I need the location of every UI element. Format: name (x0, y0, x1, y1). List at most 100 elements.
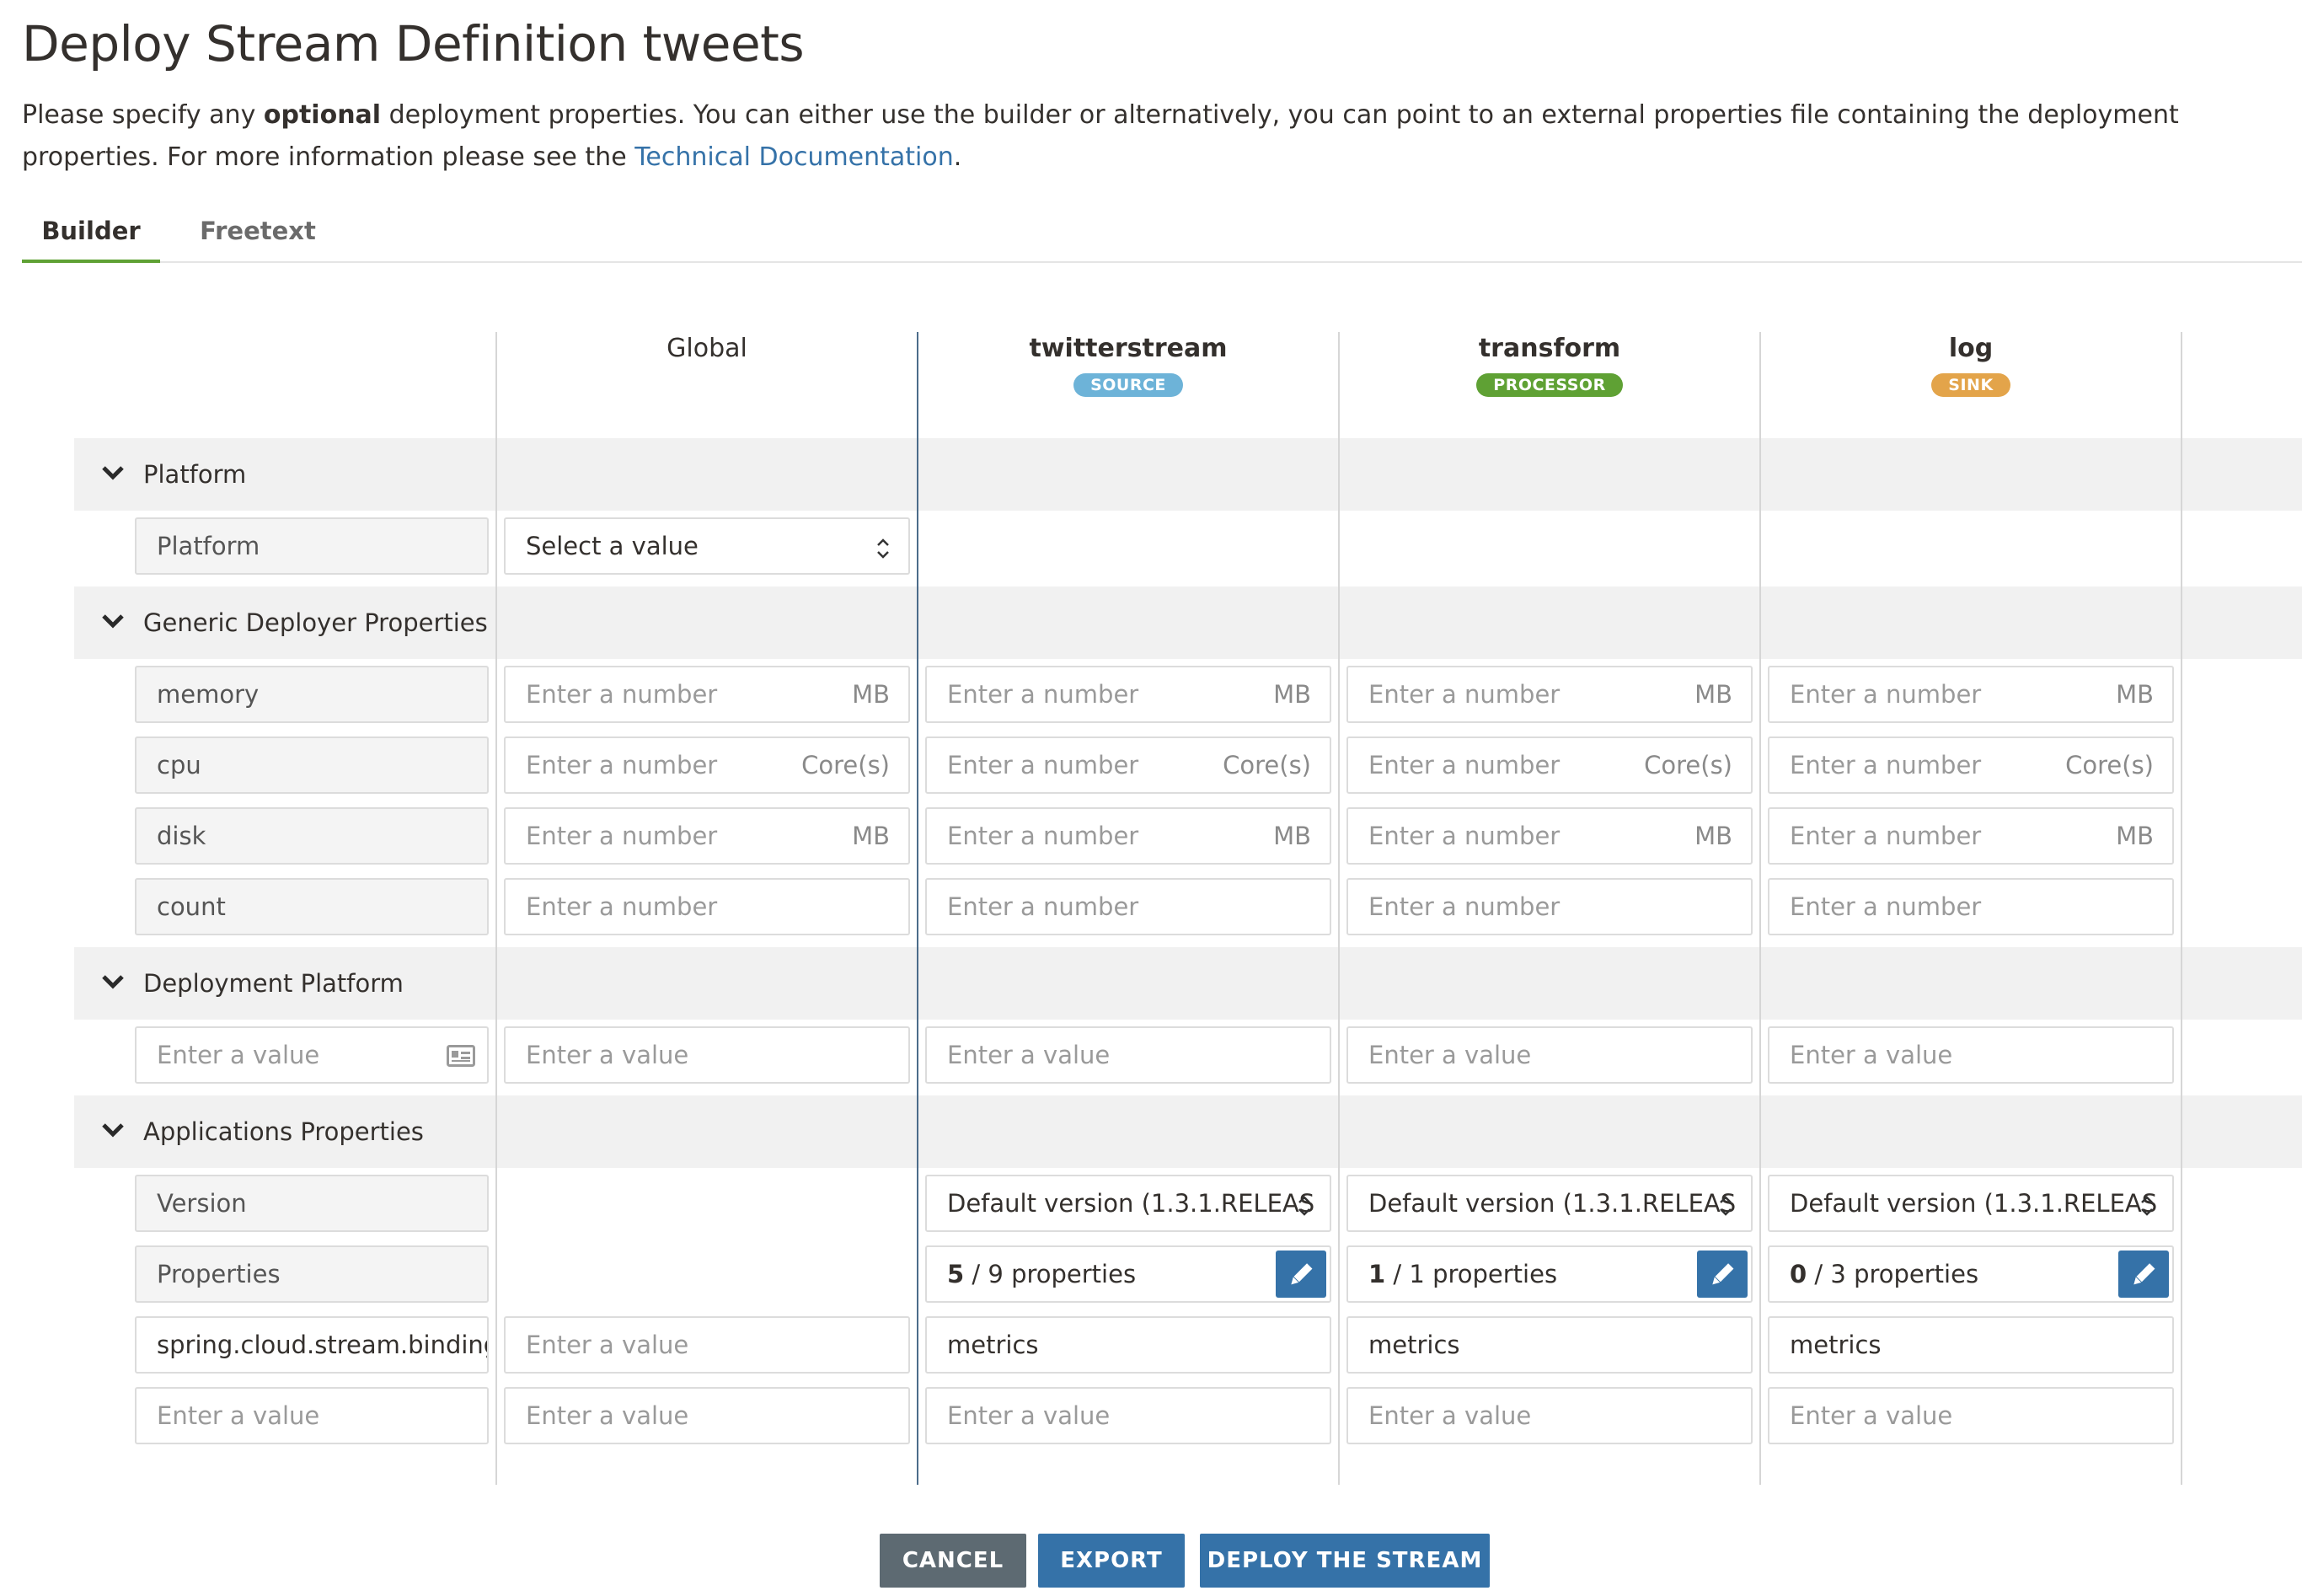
disk-input-transform[interactable]: Enter a number MB (1346, 807, 1753, 865)
cancel-button[interactable]: CANCEL (880, 1534, 1026, 1588)
unit-label: Core(s) (801, 751, 890, 779)
unit-label: Core(s) (1644, 751, 1732, 779)
intro-part: Please specify any (22, 100, 264, 130)
section-app-properties: Applications Properties (74, 1095, 2302, 1168)
cpu-input-transform[interactable]: Enter a number Core(s) (1346, 736, 1753, 794)
input-placeholder: Enter a number (947, 680, 1139, 709)
version-select-log[interactable]: Default version (1.3.1.RELEAS (1768, 1175, 2174, 1232)
count-input-transform[interactable]: Enter a number (1346, 878, 1753, 935)
cpu-input-log[interactable]: Enter a number Core(s) (1768, 736, 2174, 794)
unit-label: Core(s) (1223, 751, 1311, 779)
chevron-down-icon[interactable] (101, 612, 125, 630)
chevron-down-icon[interactable] (101, 1121, 125, 1139)
input-placeholder: Enter a number (1368, 822, 1561, 850)
properties-selected-count: 1 (1368, 1260, 1386, 1288)
edit-properties-button[interactable] (1276, 1251, 1326, 1298)
properties-summary-transform: 1 / 1 properties (1346, 1245, 1753, 1303)
select-value: Default version (1.3.1.RELEAS (947, 1189, 1315, 1218)
properties-summary-log: 0 / 3 properties (1768, 1245, 2174, 1303)
chevron-down-icon[interactable] (101, 463, 125, 482)
row-label-disk: disk (135, 807, 489, 865)
tab-freetext[interactable]: Freetext (160, 202, 356, 260)
address-card-icon[interactable] (447, 1045, 475, 1067)
input-placeholder: Enter a number (1790, 680, 1982, 709)
intro-bold: optional (263, 100, 382, 130)
input-placeholder: Enter a number (1790, 751, 1982, 779)
properties-total: / 1 properties (1385, 1260, 1558, 1288)
unit-label: MB (1694, 822, 1732, 850)
intro-text: Please specify any optional deployment p… (22, 94, 2297, 179)
input-placeholder: Enter a number (1368, 751, 1561, 779)
select-arrows-icon (1720, 1196, 1732, 1216)
deployment-platform-key-input[interactable]: Enter a value (135, 1026, 489, 1084)
deployment-platform-input-twitterstream[interactable]: Enter a value (925, 1026, 1331, 1084)
count-input-global[interactable]: Enter a number (504, 878, 910, 935)
row-label-version: Version (135, 1175, 489, 1232)
deployment-platform-input-global[interactable]: Enter a value (504, 1026, 910, 1084)
section-title-generic[interactable]: Generic Deployer Properties (143, 586, 488, 659)
column-divider (1759, 332, 1761, 1485)
column-divider (495, 332, 497, 1485)
new-property-input-twitterstream[interactable]: Enter a value (925, 1387, 1331, 1444)
export-button[interactable]: EXPORT (1038, 1534, 1185, 1588)
unit-label: MB (2116, 822, 2154, 850)
row-label-cpu: cpu (135, 736, 489, 794)
select-value: Select a value (526, 532, 699, 560)
select-value: Default version (1.3.1.RELEAS (1368, 1189, 1737, 1218)
memory-input-global[interactable]: Enter a number MB (504, 666, 910, 723)
memory-input-twitterstream[interactable]: Enter a number MB (925, 666, 1331, 723)
memory-input-transform[interactable]: Enter a number MB (1346, 666, 1753, 723)
app-property-input-log[interactable]: metrics (1768, 1316, 2174, 1374)
disk-input-twitterstream[interactable]: Enter a number MB (925, 807, 1331, 865)
pencil-icon (1712, 1263, 1734, 1285)
unit-label: MB (2116, 680, 2154, 709)
unit-label: Core(s) (2065, 751, 2154, 779)
sink-badge: SINK (1931, 373, 2010, 397)
edit-properties-button[interactable] (1697, 1251, 1748, 1298)
app-property-input-twitterstream[interactable]: metrics (925, 1316, 1331, 1374)
cpu-input-twitterstream[interactable]: Enter a number Core(s) (925, 736, 1331, 794)
technical-documentation-link[interactable]: Technical Documentation (634, 142, 954, 172)
new-property-input-transform[interactable]: Enter a value (1346, 1387, 1753, 1444)
pencil-icon (1291, 1263, 1313, 1285)
count-input-log[interactable]: Enter a number (1768, 878, 2174, 935)
platform-select[interactable]: Select a value (504, 517, 910, 575)
select-arrows-icon (2141, 1196, 2153, 1216)
deploy-stream-button[interactable]: DEPLOY THE STREAM (1200, 1534, 1490, 1588)
section-generic: Generic Deployer Properties (74, 586, 2302, 659)
new-property-key-input[interactable]: Enter a value (135, 1387, 489, 1444)
column-name: transform (1478, 334, 1621, 363)
column-header-global: Global (497, 334, 917, 363)
cpu-input-global[interactable]: Enter a number Core(s) (504, 736, 910, 794)
chevron-down-icon[interactable] (101, 972, 125, 991)
deployment-platform-input-transform[interactable]: Enter a value (1346, 1026, 1753, 1084)
unit-label: MB (1273, 680, 1311, 709)
count-input-twitterstream[interactable]: Enter a number (925, 878, 1331, 935)
section-title-platform[interactable]: Platform (143, 438, 246, 511)
disk-input-log[interactable]: Enter a number MB (1768, 807, 2174, 865)
column-header-twitterstream: twitterstream SOURCE (918, 334, 1338, 397)
input-placeholder: Enter a number (947, 822, 1139, 850)
column-name: twitterstream (1029, 334, 1228, 363)
app-property-input-global[interactable]: Enter a value (504, 1316, 910, 1374)
section-platform: Platform (74, 438, 2302, 511)
tab-builder[interactable]: Builder (22, 202, 160, 263)
edit-properties-button[interactable] (2118, 1251, 2169, 1298)
new-property-input-global[interactable]: Enter a value (504, 1387, 910, 1444)
app-property-input-transform[interactable]: metrics (1346, 1316, 1753, 1374)
version-select-transform[interactable]: Default version (1.3.1.RELEAS (1346, 1175, 1753, 1232)
deployment-platform-input-log[interactable]: Enter a value (1768, 1026, 2174, 1084)
section-title-app-properties[interactable]: Applications Properties (143, 1095, 424, 1168)
source-badge: SOURCE (1073, 373, 1183, 397)
column-name: Global (667, 334, 747, 363)
new-property-input-log[interactable]: Enter a value (1768, 1387, 2174, 1444)
memory-input-log[interactable]: Enter a number MB (1768, 666, 2174, 723)
app-property-key-input[interactable]: spring.cloud.stream.binding (135, 1316, 489, 1374)
row-label-memory: memory (135, 666, 489, 723)
intro-part: . (953, 142, 962, 172)
version-select-twitterstream[interactable]: Default version (1.3.1.RELEAS (925, 1175, 1331, 1232)
disk-input-global[interactable]: Enter a number MB (504, 807, 910, 865)
input-placeholder: Enter a number (526, 680, 718, 709)
row-label-count: count (135, 878, 489, 935)
section-title-deployment-platform[interactable]: Deployment Platform (143, 947, 404, 1020)
